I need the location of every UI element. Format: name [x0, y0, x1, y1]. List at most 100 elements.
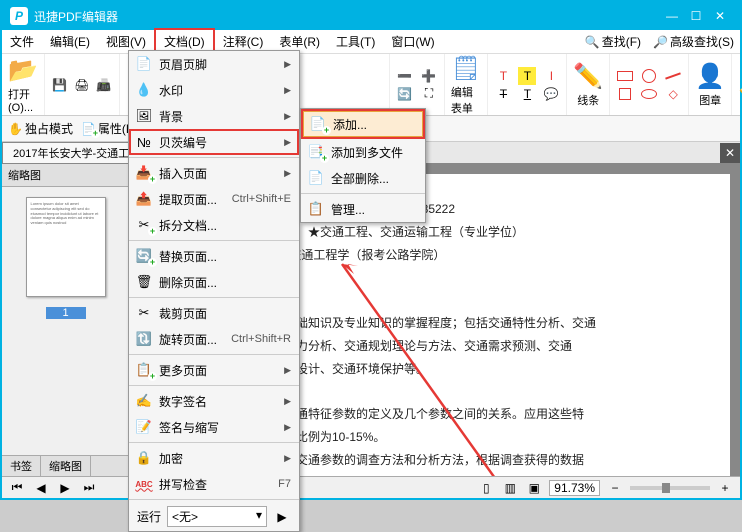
menu-item-icon: 🔄	[135, 247, 153, 265]
page-thumbnail[interactable]: Lorem ipsum dolor sit amet consectetur a…	[26, 197, 106, 297]
menu-item[interactable]: ✂裁剪页面	[129, 300, 299, 326]
submenu-add-multi[interactable]: 📑 添加到多文件	[301, 139, 425, 165]
submenu-remove-all[interactable]: 📄 全部删除...	[301, 165, 425, 191]
menu-item-icon: ✍	[135, 392, 153, 410]
menu-item-label: 删除页面...	[159, 274, 291, 291]
prev-page-icon[interactable]: ◀	[32, 479, 50, 497]
fit-icon[interactable]: ⛶	[420, 85, 438, 103]
menu-item-icon: ✂	[135, 216, 153, 234]
next-page-icon[interactable]: ▶	[56, 479, 74, 497]
circle-shape-icon[interactable]	[640, 67, 658, 85]
poly-shape-icon[interactable]: ◇	[664, 85, 682, 103]
menu-tools[interactable]: 工具(T)	[328, 30, 383, 53]
menu-item-icon: 🔒	[135, 449, 153, 467]
menu-item[interactable]: №贝茨编号▶	[129, 129, 299, 155]
layout-facing-icon[interactable]: ▣	[525, 479, 543, 497]
menu-item[interactable]: 🔄替换页面...	[129, 243, 299, 269]
search-icon: 🔍	[585, 35, 600, 49]
menu-file[interactable]: 文件	[2, 30, 42, 53]
advanced-find-button[interactable]: 🔎高级查找(S)	[647, 30, 740, 53]
find-button[interactable]: 🔍查找(F)	[579, 30, 647, 53]
app-logo: P	[10, 7, 28, 25]
menu-item[interactable]: 💧水印▶	[129, 77, 299, 103]
run-select[interactable]: <无>▾	[167, 506, 267, 527]
tab-bookmark[interactable]: 书签	[2, 456, 41, 476]
run-play-icon[interactable]: ▶	[273, 508, 291, 526]
highlight-icon[interactable]: T	[518, 67, 536, 85]
first-page-icon[interactable]: ⏮	[8, 479, 26, 497]
menu-item[interactable]: 🔒加密▶	[129, 445, 299, 471]
maximize-button[interactable]: ☐	[684, 4, 708, 28]
menu-item-icon: ✂	[135, 304, 153, 322]
print-icon[interactable]: 🖨	[73, 76, 91, 94]
titlebar: P 迅捷PDF编辑器 ― ☐ ✕	[2, 2, 740, 30]
menu-item[interactable]: ✍数字签名▶	[129, 388, 299, 414]
underline-icon[interactable]: T	[518, 85, 536, 103]
rect-shape-icon[interactable]	[616, 67, 634, 85]
edit-form-button[interactable]: 🗒 编辑表单	[451, 54, 481, 116]
layout-single-icon[interactable]: ▯	[477, 479, 495, 497]
menu-shortcut: Ctrl+Shift+R	[231, 333, 291, 345]
menu-item-icon: 📋	[135, 361, 153, 379]
zoom-out-status-icon[interactable]: −	[606, 479, 624, 497]
scan-icon[interactable]: 📠	[95, 76, 113, 94]
text-tool-icon[interactable]: T	[494, 67, 512, 85]
lines-button[interactable]: ✏️ 线条	[573, 62, 603, 108]
tab-close-button[interactable]: ✕	[720, 143, 740, 163]
multi-page-icon: 📑	[307, 143, 325, 161]
chevron-right-icon: ▶	[284, 59, 291, 70]
menu-item-icon: ABC	[135, 475, 153, 493]
run-row: 运行 <无>▾ ▶	[129, 502, 299, 531]
strikeout-icon[interactable]: T	[494, 85, 512, 103]
stamp-button[interactable]: 👤 图章	[695, 62, 725, 108]
close-button[interactable]: ✕	[708, 4, 732, 28]
menu-item[interactable]: ✂ 拆分文档...	[129, 212, 299, 238]
zoom-value[interactable]: 91.73%	[549, 480, 600, 496]
rotate-icon[interactable]: 🔄	[396, 85, 414, 103]
pencil-icon: ✏️	[573, 62, 603, 91]
zoom-in-icon[interactable]: ➕	[420, 67, 438, 85]
ellipse-shape-icon[interactable]	[640, 85, 658, 103]
open-button[interactable]: 📂 打开(O)...	[8, 56, 38, 114]
menu-item[interactable]: 🔃旋转页面...Ctrl+Shift+R	[129, 326, 299, 352]
menu-item-label: 签名与缩写	[159, 419, 278, 436]
solo-mode-button[interactable]: ✋独占模式	[8, 120, 73, 137]
menu-item[interactable]: 📄页眉页脚▶	[129, 51, 299, 77]
menu-item[interactable]: 📥插入页面▶	[129, 160, 299, 186]
menu-edit[interactable]: 编辑(E)	[42, 30, 98, 53]
zoom-slider[interactable]	[630, 486, 710, 490]
zoom-in-status-icon[interactable]: +	[716, 479, 734, 497]
menu-item-label: 拆分文档...	[159, 217, 291, 234]
menu-item-icon: 📄	[135, 55, 153, 73]
menu-item-icon: 📤	[135, 190, 153, 208]
form-icon: 🗒	[451, 54, 481, 83]
note-icon[interactable]: 💬	[542, 85, 560, 103]
typewriter-icon[interactable]: I	[542, 67, 560, 85]
save-icon[interactable]: 💾	[51, 76, 69, 94]
eraser-button[interactable]: 🧹	[738, 70, 742, 99]
zoom-out-icon[interactable]: ➖	[396, 67, 414, 85]
line-shape-icon[interactable]	[664, 67, 682, 85]
square-shape-icon[interactable]	[616, 85, 634, 103]
submenu-add[interactable]: 📄 添加...	[303, 111, 423, 137]
menu-item[interactable]: 📝签名与缩写▶	[129, 414, 299, 440]
thumbnail-panel: 缩略图 Lorem ipsum dolor sit amet consectet…	[2, 164, 130, 476]
submenu-manage[interactable]: 📋 管理...	[301, 196, 425, 222]
menu-shortcut: Ctrl+Shift+E	[232, 193, 291, 205]
menu-item-label: 加密	[159, 450, 278, 467]
thumbnail-page-number: 1	[46, 307, 86, 319]
menu-item[interactable]: ABC拼写检查F7	[129, 471, 299, 497]
layout-cont-icon[interactable]: ▥	[501, 479, 519, 497]
tab-thumbnail[interactable]: 缩略图	[41, 456, 91, 476]
menu-item-icon: 📝	[135, 418, 153, 436]
last-page-icon[interactable]: ⏭	[80, 479, 98, 497]
chevron-down-icon: ▾	[256, 508, 262, 525]
panel-title: 缩略图	[2, 164, 129, 187]
menu-window[interactable]: 窗口(W)	[383, 30, 442, 53]
menu-item[interactable]: 🗑删除页面...	[129, 269, 299, 295]
minimize-button[interactable]: ―	[660, 4, 684, 28]
toolbar: 📂 打开(O)... 💾 🖨 📠 ➖ ➕ 🔄 ⛶ 🗒 编辑表单	[2, 54, 740, 116]
menu-item[interactable]: 📋更多页面▶	[129, 357, 299, 383]
menu-item[interactable]: 🖼背景▶	[129, 103, 299, 129]
menu-item[interactable]: 📤提取页面...Ctrl+Shift+E	[129, 186, 299, 212]
